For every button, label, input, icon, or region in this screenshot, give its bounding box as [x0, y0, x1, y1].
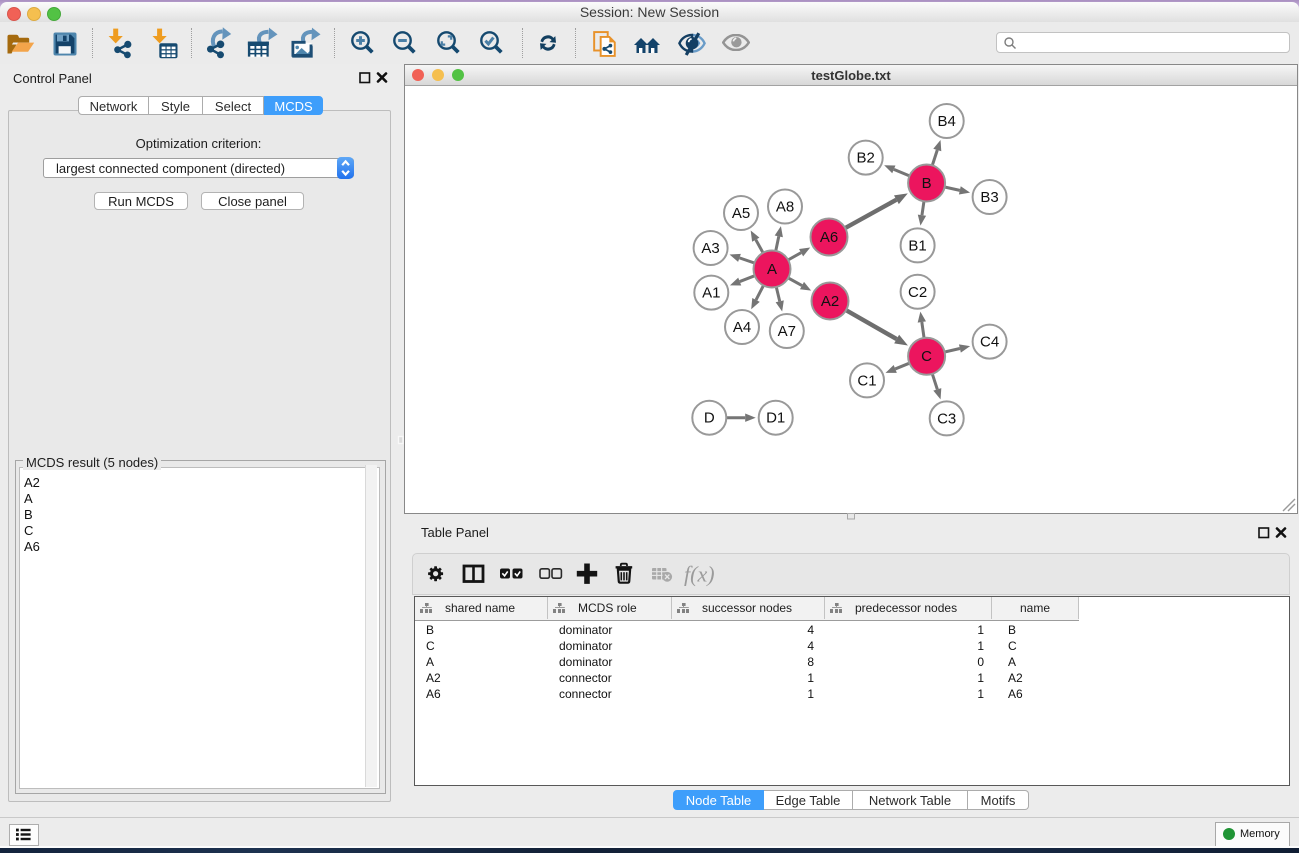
svg-text:B1: B1 [908, 237, 926, 254]
svg-text:D: D [704, 410, 715, 427]
svg-text:B2: B2 [857, 150, 875, 167]
svg-text:A6: A6 [820, 229, 838, 246]
svg-text:A4: A4 [733, 319, 751, 336]
svg-text:D1: D1 [766, 410, 785, 427]
svg-text:A1: A1 [702, 285, 720, 302]
svg-text:A8: A8 [776, 199, 794, 216]
svg-text:C3: C3 [937, 410, 956, 427]
svg-text:B4: B4 [938, 113, 956, 130]
svg-text:A3: A3 [701, 240, 719, 257]
svg-text:A2: A2 [821, 293, 839, 310]
svg-text:C: C [921, 348, 932, 365]
svg-text:C4: C4 [980, 334, 999, 351]
svg-text:f(x): f(x) [684, 562, 715, 587]
svg-text:A5: A5 [732, 205, 750, 222]
svg-text:C1: C1 [857, 372, 876, 389]
svg-text:A: A [767, 261, 777, 278]
svg-text:B3: B3 [980, 189, 998, 206]
svg-text:A7: A7 [778, 323, 796, 340]
svg-text:B: B [922, 175, 932, 192]
svg-text:C2: C2 [908, 284, 927, 301]
